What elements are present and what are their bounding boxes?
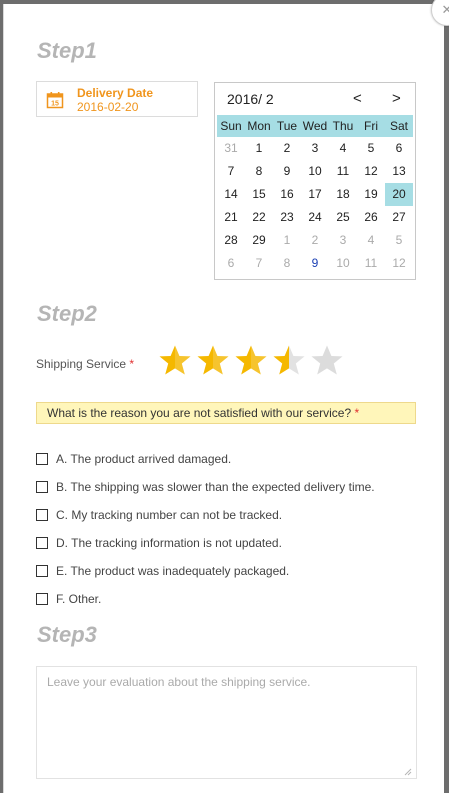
reason-option-label: E. The product was inadequately packaged… [56,564,290,578]
reason-checkbox[interactable] [36,481,48,493]
calendar-day[interactable]: 11 [329,160,357,183]
reason-option-label: F. Other. [56,592,102,606]
calendar-day[interactable]: 23 [273,206,301,229]
step2-title: Step2 [37,301,97,326]
calendar-day[interactable]: 17 [301,183,329,206]
reason-checkbox[interactable] [36,565,48,577]
reason-option[interactable]: B. The shipping was slower than the expe… [36,473,375,501]
weekday-label: Sun [220,119,242,133]
calendar-day[interactable]: 29 [245,229,273,252]
delivery-date-value: 2016-02-20 [77,100,139,114]
delivery-date-field[interactable]: 15 Delivery Date 2016-02-20 [36,81,198,117]
reason-option-label: A. The product arrived damaged. [56,452,232,466]
star-rating[interactable] [158,344,348,378]
required-marker: * [129,357,135,371]
svg-text:15: 15 [51,100,59,107]
reason-option[interactable]: F. Other. [36,585,375,613]
close-button[interactable]: ✕ [431,0,449,26]
calendar-day[interactable]: 10 [329,252,357,275]
calendar-day[interactable]: 6 [217,252,245,275]
weekday-label: Mon [247,119,271,133]
calendar-day[interactable]: 9 [273,160,301,183]
calendar-day[interactable]: 21 [217,206,245,229]
evaluation-textarea[interactable] [36,666,417,779]
calendar-day[interactable]: 11 [357,252,385,275]
weekday-label: Fri [364,119,378,133]
calendar-day[interactable]: 31 [217,137,245,160]
calendar-day[interactable]: 12 [385,252,413,275]
calendar-day[interactable]: 13 [385,160,413,183]
calendar-day[interactable]: 26 [357,206,385,229]
step3-title: Step3 [37,622,97,647]
question-banner: What is the reason you are not satisfied… [36,402,416,424]
reason-option[interactable]: D. The tracking information is not updat… [36,529,375,557]
calendar-day[interactable]: 24 [301,206,329,229]
step1-title: Step1 [37,38,97,63]
calendar-day[interactable]: 16 [273,183,301,206]
calendar-day[interactable]: 2 [301,229,329,252]
reason-checkbox[interactable] [36,453,48,465]
close-icon[interactable]: ✕ [442,2,449,18]
calendar-day[interactable]: 25 [329,206,357,229]
calendar-day[interactable]: 28 [217,229,245,252]
calendar-day[interactable]: 9 [301,252,329,275]
reason-options: A. The product arrived damaged. B. The sh… [36,445,375,613]
resize-grip-icon[interactable] [404,768,412,776]
calendar-day[interactable]: 10 [301,160,329,183]
calendar-day[interactable]: 2 [273,137,301,160]
delivery-date-label: Delivery Date [77,86,154,100]
calendar-day[interactable]: 20 [385,183,413,206]
reason-option[interactable]: A. The product arrived damaged. [36,445,375,473]
reason-option-label: D. The tracking information is not updat… [56,536,282,550]
calendar-day[interactable]: 18 [329,183,357,206]
reason-option[interactable]: E. The product was inadequately packaged… [36,557,375,585]
evaluation-dialog: ✕ Step1 15 Delivery Date 2016-02-20 2016… [3,0,449,793]
star-icon[interactable] [234,344,268,378]
calendar-day[interactable]: 19 [357,183,385,206]
calendar-day[interactable]: 1 [273,229,301,252]
calendar-day[interactable]: 22 [245,206,273,229]
calendar-day[interactable]: 8 [273,252,301,275]
calendar-prev-button[interactable]: < [353,90,362,107]
star-icon[interactable] [310,344,344,378]
calendar-month-title: 2016/ 2 [227,91,274,107]
calendar-day[interactable]: 1 [245,137,273,160]
calendar-day[interactable]: 12 [357,160,385,183]
calendar-next-button[interactable]: > [392,90,401,107]
reason-option[interactable]: C. My tracking number can not be tracked… [36,501,375,529]
calendar-weekday-header: Sun Mon Tue Wed Thu Fri Sat [217,115,413,137]
calendar-day[interactable]: 5 [357,137,385,160]
reason-option-label: B. The shipping was slower than the expe… [56,480,375,494]
weekday-label: Sat [389,119,408,133]
weekday-label: Wed [302,119,328,133]
calendar-day-grid: 31 1 2 3 4 5 6 7 8 9 10 11 12 13 14 15 16 17 18 19 20 21 22 23 2… [217,137,413,275]
date-picker: 2016/ 2 < > Sun Mon Tue Wed Thu Fri Sat 31 1 2 3 4… [214,82,416,280]
question-text: What is the reason you are not satisfied… [47,406,352,420]
shipping-service-label: Shipping Service * [36,357,134,371]
star-icon[interactable] [196,344,230,378]
question-required-marker: * [354,406,360,420]
calendar-day[interactable]: 14 [217,183,245,206]
calendar-day[interactable]: 3 [329,229,357,252]
calendar-day[interactable]: 4 [357,229,385,252]
reason-checkbox[interactable] [36,537,48,549]
reason-checkbox[interactable] [36,593,48,605]
calendar-icon: 15 [46,92,64,109]
calendar-day[interactable]: 8 [245,160,273,183]
reason-checkbox[interactable] [36,509,48,521]
calendar-day[interactable]: 7 [245,252,273,275]
calendar-day[interactable]: 15 [245,183,273,206]
star-icon[interactable] [272,344,306,378]
calendar-day[interactable]: 4 [329,137,357,160]
calendar-day[interactable]: 6 [385,137,413,160]
calendar-day[interactable]: 3 [301,137,329,160]
weekday-label: Tue [276,119,298,133]
star-icon[interactable] [158,344,192,378]
shipping-service-text: Shipping Service [36,357,127,371]
weekday-label: Thu [332,119,354,133]
calendar-day[interactable]: 7 [217,160,245,183]
reason-option-label: C. My tracking number can not be tracked… [56,508,283,522]
calendar-day[interactable]: 27 [385,206,413,229]
calendar-day[interactable]: 5 [385,229,413,252]
